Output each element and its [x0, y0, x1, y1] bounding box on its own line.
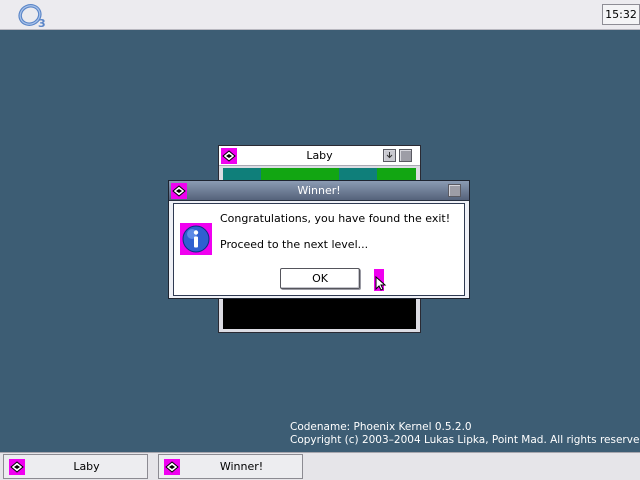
taskbar: Laby Winner!	[0, 452, 640, 480]
close-icon[interactable]	[448, 184, 461, 197]
minimize-icon[interactable]	[383, 149, 396, 162]
dialog-title: Winner!	[297, 184, 341, 197]
ok-button[interactable]: OK	[280, 268, 360, 289]
codename-text: Codename: Phoenix Kernel 0.5.2.0	[290, 421, 472, 433]
svg-text:3: 3	[38, 17, 46, 29]
winner-dialog[interactable]: Winner! Congratulations, you have found …	[168, 180, 470, 299]
diamond-app-icon	[164, 459, 180, 475]
clock[interactable]: 15:32	[602, 4, 640, 25]
laby-title-bar[interactable]: Laby	[219, 146, 420, 166]
dialog-body: Congratulations, you have found the exit…	[173, 203, 465, 296]
mouse-cursor-icon	[374, 269, 387, 291]
dialog-title-bar[interactable]: Winner!	[169, 181, 469, 201]
diamond-app-icon[interactable]	[221, 148, 237, 164]
taskbar-item-winner[interactable]: Winner!	[158, 454, 303, 479]
taskbar-item-laby[interactable]: Laby	[3, 454, 148, 479]
diamond-app-icon[interactable]	[171, 183, 187, 199]
copyright-text: Copyright (c) 2003–2004 Lukas Lipka, Poi…	[290, 434, 640, 446]
o3-logo-icon[interactable]: 3	[18, 3, 52, 29]
taskbar-item-label: Laby	[73, 460, 100, 473]
diamond-app-icon	[9, 459, 25, 475]
info-icon	[180, 223, 212, 255]
top-bar: 3 15:32	[0, 0, 640, 30]
message-line-2: Proceed to the next level...	[220, 238, 369, 251]
taskbar-item-label: Winner!	[219, 460, 264, 473]
close-icon[interactable]	[399, 149, 412, 162]
message-line-1: Congratulations, you have found the exit…	[220, 212, 451, 225]
window-title: Laby	[306, 149, 333, 162]
